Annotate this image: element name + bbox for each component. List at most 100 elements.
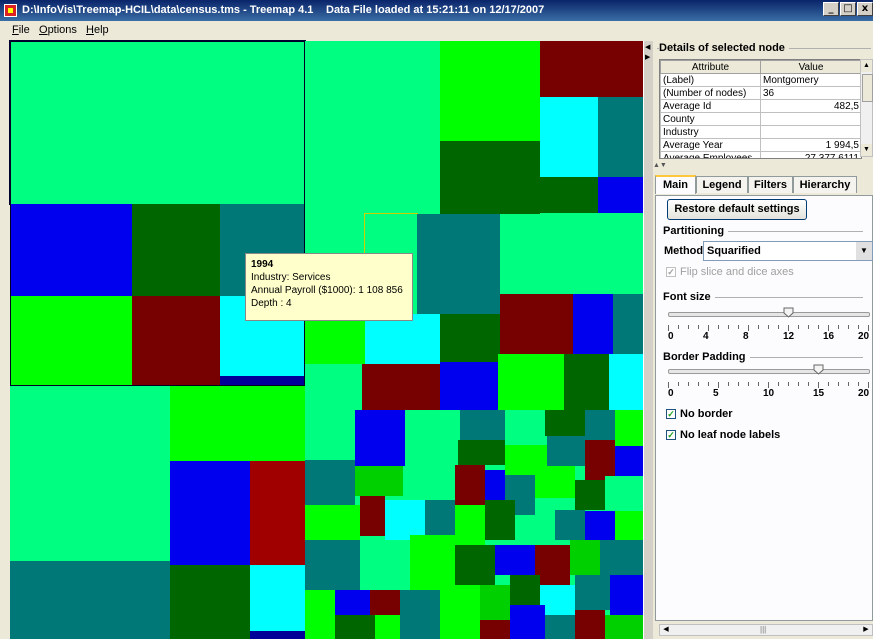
- treemap-node[interactable]: [250, 565, 305, 631]
- treemap-node[interactable]: [170, 386, 305, 461]
- details-row[interactable]: (Label) Montgomery: [660, 73, 861, 87]
- treemap-node[interactable]: [540, 585, 575, 615]
- treemap-node[interactable]: [365, 314, 440, 364]
- panel-splitter[interactable]: ◀ ▶: [643, 41, 653, 639]
- treemap-node[interactable]: [540, 177, 598, 213]
- details-row[interactable]: (Number of nodes) 36: [660, 86, 861, 100]
- treemap-node[interactable]: [370, 590, 400, 615]
- details-row[interactable]: Average Employees 27 377,6111: [660, 151, 861, 158]
- treemap-node[interactable]: [610, 575, 643, 615]
- treemap-node[interactable]: [615, 511, 643, 540]
- treemap-node[interactable]: [585, 511, 615, 540]
- treemap-node[interactable]: [400, 590, 440, 639]
- flip-axes-checkbox[interactable]: ✓: [666, 267, 676, 277]
- treemap-node[interactable]: [598, 97, 643, 177]
- treemap-node[interactable]: [360, 496, 385, 536]
- treemap-node[interactable]: [545, 410, 585, 436]
- treemap-node[interactable]: [615, 410, 643, 446]
- details-row[interactable]: Industry: [660, 125, 861, 139]
- splitter-left-arrow-icon[interactable]: ◀: [645, 43, 650, 51]
- treemap-node[interactable]: [460, 410, 505, 440]
- details-row[interactable]: Average Year 1 994,5: [660, 138, 861, 152]
- treemap-node[interactable]: [440, 585, 480, 639]
- scroll-grip[interactable]: |||: [760, 625, 766, 634]
- treemap-node[interactable]: [495, 545, 535, 575]
- treemap-node[interactable]: [305, 41, 440, 214]
- details-row[interactable]: Average Id 482,5: [660, 99, 861, 113]
- treemap-node[interactable]: [564, 354, 609, 410]
- treemap-node[interactable]: [480, 620, 510, 639]
- treemap-node[interactable]: [598, 177, 643, 213]
- treemap-node[interactable]: [505, 410, 545, 445]
- details-table[interactable]: Attribute Value (Label) Montgomery (Number…: [659, 59, 862, 159]
- treemap-node[interactable]: [403, 470, 458, 500]
- treemap-node[interactable]: [600, 540, 643, 575]
- menu-file[interactable]: File: [12, 24, 30, 36]
- treemap-node[interactable]: [440, 141, 540, 214]
- font-size-thumb[interactable]: [783, 307, 794, 318]
- treemap-node[interactable]: [555, 510, 585, 540]
- treemap-node[interactable]: [440, 41, 540, 141]
- treemap-node[interactable]: [417, 214, 500, 314]
- treemap-node[interactable]: [535, 466, 575, 498]
- app-icon[interactable]: [4, 4, 17, 17]
- treemap-node[interactable]: [510, 605, 545, 639]
- border-padding-thumb[interactable]: [813, 364, 824, 375]
- no-border-checkbox[interactable]: ✓: [666, 409, 676, 419]
- treemap-node[interactable]: [615, 446, 643, 476]
- tab-legend[interactable]: Legend: [696, 176, 748, 193]
- col-attribute-header[interactable]: Attribute: [660, 60, 761, 74]
- treemap-node[interactable]: [585, 410, 615, 440]
- chevron-down-icon[interactable]: ▼: [856, 242, 872, 260]
- treemap-node[interactable]: [362, 364, 440, 410]
- treemap-node[interactable]: [305, 505, 360, 540]
- scroll-left-icon[interactable]: ◀: [660, 625, 672, 635]
- treemap-node[interactable]: [440, 314, 500, 362]
- treemap-node[interactable]: [335, 615, 375, 639]
- font-size-track[interactable]: [668, 312, 870, 317]
- treemap-node[interactable]: [385, 500, 425, 540]
- treemap-node[interactable]: [585, 440, 615, 480]
- treemap-node[interactable]: [305, 590, 335, 639]
- treemap-node[interactable]: [455, 505, 485, 545]
- split-handle[interactable]: ▲▼: [653, 162, 873, 169]
- scroll-down-icon[interactable]: ▼: [861, 144, 872, 156]
- treemap-node[interactable]: [575, 610, 605, 639]
- no-leaf-labels-checkbox[interactable]: ✓: [666, 430, 676, 440]
- treemap-node[interactable]: [455, 465, 485, 505]
- scroll-right-icon[interactable]: ▶: [860, 625, 872, 635]
- treemap-node[interactable]: [455, 545, 495, 585]
- treemap-node[interactable]: [458, 440, 505, 465]
- details-row[interactable]: County: [660, 112, 861, 126]
- method-select[interactable]: Squarified ▼: [703, 241, 873, 261]
- treemap-node[interactable]: [500, 214, 643, 294]
- treemap-node[interactable]: [498, 354, 564, 410]
- treemap-node[interactable]: [573, 294, 613, 354]
- treemap-node[interactable]: [250, 461, 305, 565]
- treemap-node[interactable]: [425, 500, 455, 535]
- treemap-node[interactable]: [170, 461, 250, 565]
- treemap-canvas[interactable]: 1994 Industry: Services Annual Payroll (…: [9, 40, 643, 639]
- treemap-node[interactable]: [545, 615, 575, 639]
- treemap-node[interactable]: [305, 410, 355, 460]
- treemap-node[interactable]: [405, 410, 460, 470]
- treemap-node[interactable]: [500, 294, 573, 354]
- scroll-thumb[interactable]: [862, 74, 873, 102]
- treemap-node[interactable]: [605, 476, 643, 511]
- treemap-node[interactable]: [305, 540, 360, 590]
- tab-hierarchy[interactable]: Hierarchy: [793, 176, 857, 193]
- treemap-node[interactable]: [510, 575, 540, 605]
- treemap-node[interactable]: [535, 545, 570, 585]
- treemap-node[interactable]: [485, 500, 515, 540]
- menu-options[interactable]: Options: [39, 24, 77, 36]
- treemap-node[interactable]: [547, 436, 585, 466]
- treemap-node[interactable]: [360, 540, 410, 590]
- treemap-node[interactable]: [613, 294, 643, 354]
- treemap-node[interactable]: [575, 575, 610, 610]
- treemap-node[interactable]: [540, 97, 598, 177]
- restore-defaults-button[interactable]: Restore default settings: [667, 199, 807, 220]
- panel-horizontal-scrollbar[interactable]: ◀ ||| ▶: [659, 624, 873, 636]
- treemap-node[interactable]: [515, 515, 555, 545]
- treemap-node[interactable]: [575, 480, 605, 510]
- maximize-button[interactable]: □: [840, 2, 856, 16]
